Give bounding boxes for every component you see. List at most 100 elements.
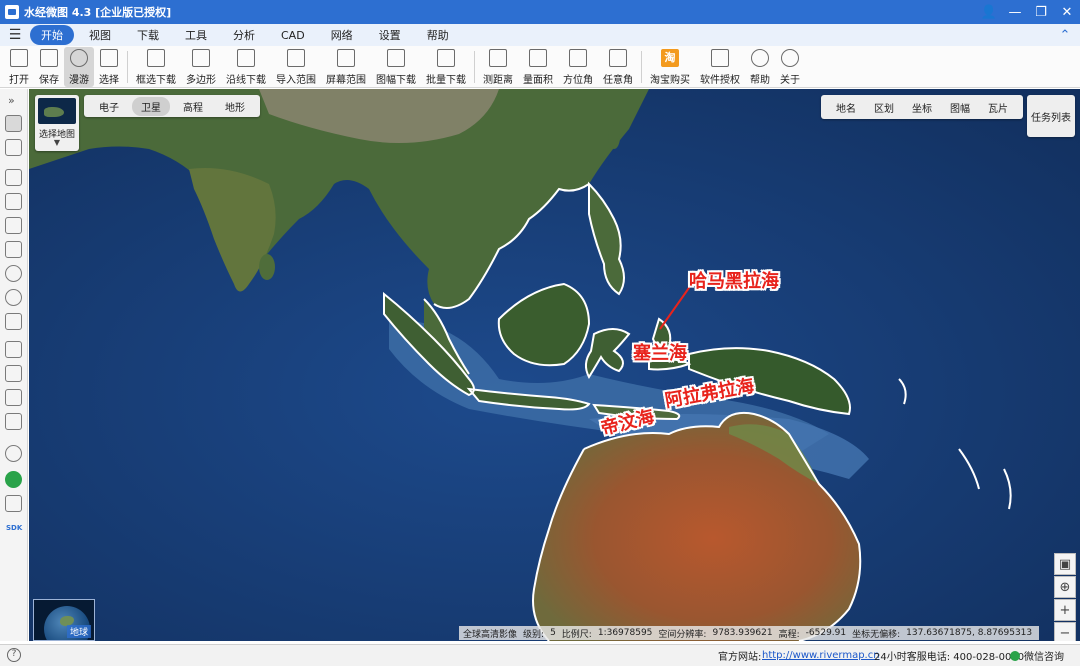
ribbon-toolbar: 打开 保存 漫游 选择 框选下载 多边形 沿线下载 导入范围 屏幕范围 图幅下载… xyxy=(0,46,1080,88)
close-button[interactable]: ✕ xyxy=(1054,0,1080,24)
status-bar: ? 官方网站: http://www.rivermap.cn 24小时客服电话:… xyxy=(0,644,1080,666)
sdk-icon[interactable]: SDK xyxy=(6,524,22,532)
arbitrary-angle-button[interactable]: 任意角 xyxy=(598,47,638,87)
menu-bar: ☰ 开始 视图 下载 工具 分析 CAD 网络 设置 帮助 ⌃ xyxy=(0,24,1080,46)
draw-line-icon[interactable] xyxy=(5,193,22,210)
full-extent-icon[interactable]: ▣ xyxy=(1054,553,1076,575)
globe-label: 地球 xyxy=(66,625,91,638)
basemap-selector[interactable]: 选择地图 ▼ xyxy=(35,95,79,151)
line-download-button[interactable]: 沿线下载 xyxy=(221,47,271,87)
pointer-select-icon xyxy=(100,49,118,67)
plugin-icon[interactable] xyxy=(5,445,22,462)
map-view[interactable]: 选择地图 ▼ 电子 卫星 高程 地形 地名 区划 坐标 图幅 瓦片 任务列表 哈… xyxy=(29,89,1080,641)
measure-area-button[interactable]: 量面积 xyxy=(518,47,558,87)
globe-view-button[interactable]: 地球 xyxy=(33,599,95,641)
menu-cad[interactable]: CAD xyxy=(270,27,316,44)
menu-analysis[interactable]: 分析 xyxy=(222,25,266,45)
about-icon xyxy=(781,49,799,67)
open-button[interactable]: 打开 xyxy=(4,47,34,87)
measure-area-icon[interactable] xyxy=(5,365,22,382)
help-label: 帮助 xyxy=(750,75,770,86)
arbitrary-angle-icon xyxy=(609,49,627,67)
user-account-icon[interactable]: 👤 xyxy=(976,0,1002,24)
help-button[interactable]: 帮助 xyxy=(745,47,775,87)
hamburger-menu-icon[interactable]: ☰ xyxy=(0,27,30,43)
layer-place-names[interactable]: 地名 xyxy=(827,100,865,115)
minimize-button[interactable]: — xyxy=(1002,0,1028,24)
pointer-select-icon[interactable] xyxy=(5,139,22,156)
import-range-label: 导入范围 xyxy=(276,75,316,86)
elevation-label: 高程: xyxy=(778,629,800,640)
help-icon xyxy=(751,49,769,67)
measure-distance-label: 测距离 xyxy=(483,75,513,86)
title-bar: 水经微图 4.3 [企业版已授权] 👤 — ❐ ✕ xyxy=(0,0,1080,24)
taobao-icon: 淘 xyxy=(661,49,679,67)
arbitrary-angle-icon[interactable] xyxy=(5,413,22,430)
import-range-button[interactable]: 导入范围 xyxy=(271,47,321,87)
add-text-icon[interactable] xyxy=(5,313,22,330)
app-logo-icon xyxy=(5,5,19,19)
task-list-button[interactable]: 任务列表 xyxy=(1027,95,1075,137)
map-type-vector[interactable]: 电子 xyxy=(90,97,128,116)
maximize-button[interactable]: ❐ xyxy=(1028,0,1054,24)
polygon-download-button[interactable]: 多边形 xyxy=(181,47,221,87)
map-type-terrain[interactable]: 地形 xyxy=(216,97,254,116)
draw-polyline-icon[interactable] xyxy=(5,217,22,234)
sheet-download-button[interactable]: 图幅下载 xyxy=(371,47,421,87)
measure-distance-icon xyxy=(489,49,507,67)
rect-download-button[interactable]: 框选下载 xyxy=(131,47,181,87)
layer-coordinates[interactable]: 坐标 xyxy=(903,100,941,115)
map-type-switcher: 电子 卫星 高程 地形 xyxy=(84,95,260,117)
about-button[interactable]: 关于 xyxy=(775,47,805,87)
azimuth-label: 方位角 xyxy=(563,75,593,86)
software-license-button[interactable]: 软件授权 xyxy=(695,47,745,87)
layer-boundaries[interactable]: 区划 xyxy=(865,100,903,115)
support-hotline: 24小时客服电话: 400-028-0050 xyxy=(874,652,1025,663)
basemap-preview xyxy=(38,98,76,124)
annotation-seram-sea: 塞兰海 xyxy=(633,343,687,364)
measure-area-icon xyxy=(529,49,547,67)
about-label: 关于 xyxy=(780,75,800,86)
menu-help[interactable]: 帮助 xyxy=(416,25,460,45)
scale-value: 1:36978595 xyxy=(597,628,653,638)
measure-distance-button[interactable]: 测距离 xyxy=(478,47,518,87)
zoom-in-button[interactable]: + xyxy=(1054,599,1076,621)
menu-start[interactable]: 开始 xyxy=(30,25,74,45)
menu-tools[interactable]: 工具 xyxy=(174,25,218,45)
azimuth-icon[interactable] xyxy=(5,389,22,406)
batch-download-button[interactable]: 批量下载 xyxy=(421,47,471,87)
expand-panel-icon[interactable]: » xyxy=(8,94,15,107)
zoom-out-button[interactable]: − xyxy=(1054,622,1076,641)
menu-network[interactable]: 网络 xyxy=(320,25,364,45)
draw-rectangle-icon[interactable] xyxy=(5,241,22,258)
official-site-link[interactable]: http://www.rivermap.cn xyxy=(762,650,880,661)
collapse-ribbon-icon[interactable]: ⌃ xyxy=(1050,28,1080,43)
pan-button[interactable]: 漫游 xyxy=(64,47,94,87)
map-type-satellite[interactable]: 卫星 xyxy=(132,96,170,116)
green-plugin-icon[interactable] xyxy=(5,471,22,488)
azimuth-icon xyxy=(569,49,587,67)
wechat-consult-button[interactable]: 微信咨询 xyxy=(1010,648,1064,663)
menu-settings[interactable]: 设置 xyxy=(368,25,412,45)
tools-icon[interactable] xyxy=(5,495,22,512)
menu-view[interactable]: 视图 xyxy=(78,25,122,45)
map-type-elevation[interactable]: 高程 xyxy=(174,97,212,116)
cursor-coordinates: 137.63671875, 8.87695313 xyxy=(906,628,1033,638)
azimuth-button[interactable]: 方位角 xyxy=(558,47,598,87)
measure-distance-icon[interactable] xyxy=(5,341,22,358)
screen-range-button[interactable]: 屏幕范围 xyxy=(321,47,371,87)
layer-tiles[interactable]: 瓦片 xyxy=(979,100,1017,115)
select-button[interactable]: 选择 xyxy=(94,47,124,87)
taobao-buy-button[interactable]: 淘淘宝购买 xyxy=(645,47,695,87)
help-circle-icon[interactable]: ? xyxy=(7,648,21,662)
locate-icon[interactable]: ⊕ xyxy=(1054,576,1076,598)
save-button[interactable]: 保存 xyxy=(34,47,64,87)
resolution-value: 9783.939621 xyxy=(712,628,773,638)
map-status-line: 全球高清影像 级别: 5 比例尺: 1:36978595 空间分辨率: 9783… xyxy=(459,626,1039,640)
draw-sector-icon[interactable] xyxy=(5,289,22,306)
hand-pan-icon[interactable] xyxy=(5,115,22,132)
draw-circle-icon[interactable] xyxy=(5,265,22,282)
draw-point-icon[interactable] xyxy=(5,169,22,186)
layer-map-sheets[interactable]: 图幅 xyxy=(941,100,979,115)
menu-download[interactable]: 下载 xyxy=(126,25,170,45)
